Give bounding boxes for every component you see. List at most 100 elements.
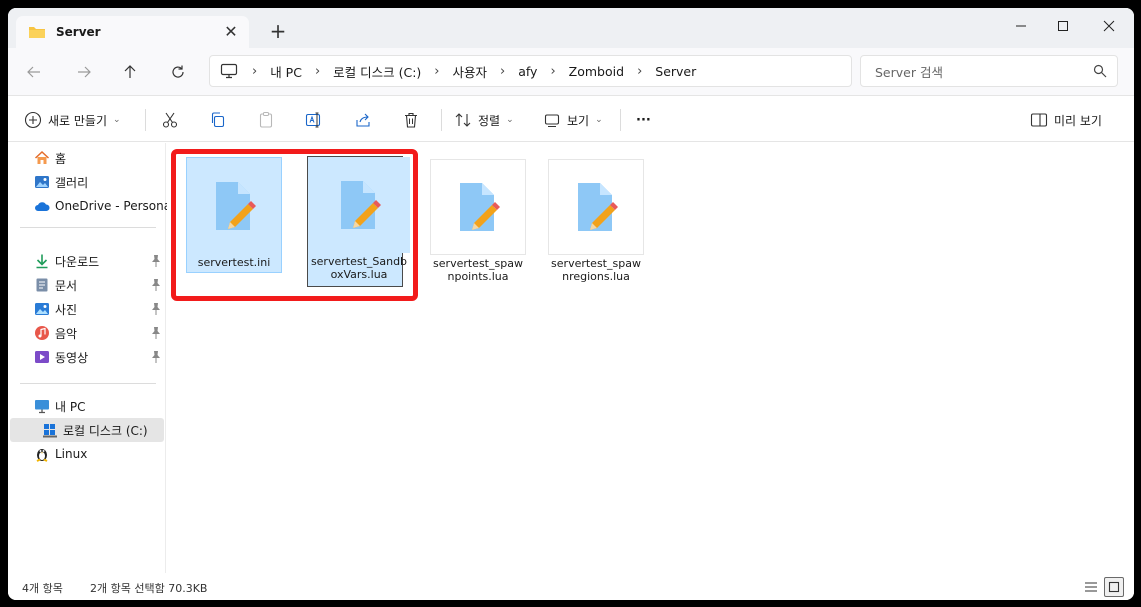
file-thumbnail xyxy=(548,159,644,255)
download-icon xyxy=(36,254,48,269)
sidebar-item-documents[interactable]: 문서 xyxy=(10,273,164,297)
search-icon[interactable] xyxy=(1093,64,1107,78)
view-button[interactable]: 보기 ⌄ xyxy=(543,107,603,133)
scissors-icon xyxy=(162,112,178,128)
sidebar-item-gallery[interactable]: 갤러리 xyxy=(10,170,164,194)
rename-icon xyxy=(305,112,321,128)
breadcrumb-afy[interactable]: afy xyxy=(518,64,537,79)
sidebar-item-music[interactable]: 음악 xyxy=(10,321,164,345)
large-icons-view-button[interactable] xyxy=(1104,577,1124,597)
file-item-servertest-spawnpoints-lua[interactable]: servertest_spawnpoints.lua xyxy=(430,159,526,283)
tab-server[interactable]: Server ✕ xyxy=(16,16,249,48)
sidebar-item-label: 갤러리 xyxy=(55,175,89,190)
pin-icon[interactable] xyxy=(150,278,162,292)
tile-view-icon xyxy=(1108,581,1120,593)
view-button-label: 보기 xyxy=(567,113,590,128)
navigation-bar: › 내 PC › 로컬 디스크 (C:) › 사용자 › afy › Zombo… xyxy=(8,48,1134,96)
sidebar-item-label: 홈 xyxy=(55,151,67,166)
new-tab-button[interactable]: + xyxy=(266,20,290,44)
file-name: servertest_spawnpoints.lua xyxy=(433,257,523,283)
details-view-button[interactable] xyxy=(1081,577,1101,597)
title-bar: Server ✕ + xyxy=(8,8,1134,48)
file-thumbnail xyxy=(187,158,281,254)
sidebar-item-linux[interactable]: Linux xyxy=(10,442,164,466)
breadcrumb-users[interactable]: 사용자 xyxy=(453,62,488,81)
sidebar-item-label: 문서 xyxy=(55,278,78,293)
sidebar-item-local-disk[interactable]: 로컬 디스크 (C:) xyxy=(10,418,164,442)
sidebar-item-label: Linux xyxy=(55,447,88,461)
forward-button[interactable] xyxy=(70,60,98,84)
rename-button[interactable] xyxy=(300,107,328,133)
cut-button[interactable] xyxy=(156,107,184,133)
sort-button[interactable]: 정렬 ⌄ xyxy=(454,107,514,133)
sidebar-item-this-pc[interactable]: 내 PC xyxy=(10,394,164,418)
up-button[interactable] xyxy=(116,60,144,84)
breadcrumb-zomboid[interactable]: Zomboid xyxy=(569,64,624,79)
cloud-icon xyxy=(35,202,50,211)
minimize-icon xyxy=(1016,25,1026,27)
sort-icon xyxy=(455,113,471,127)
preview-pane-label: 미리 보기 xyxy=(1054,113,1102,128)
divider xyxy=(145,109,146,131)
sidebar-item-label: 동영상 xyxy=(55,350,89,365)
breadcrumb-separator: › xyxy=(434,63,440,79)
file-name: servertest_spawnregions.lua xyxy=(551,257,641,283)
drive-windows-icon xyxy=(43,424,57,438)
pin-icon[interactable] xyxy=(150,326,162,340)
maximize-button[interactable] xyxy=(1040,12,1086,40)
copy-button[interactable] xyxy=(204,107,232,133)
document-icon xyxy=(36,278,48,292)
text-file-pencil-icon xyxy=(460,183,500,231)
search-input[interactable]: Server 검색 xyxy=(860,55,1118,87)
minimize-button[interactable] xyxy=(998,12,1044,40)
new-button[interactable]: 새로 만들기 ⌄ xyxy=(24,107,121,133)
breadcrumb-this-pc[interactable]: 내 PC xyxy=(270,62,302,81)
sidebar-item-label: 다운로드 xyxy=(55,254,100,269)
pin-icon[interactable] xyxy=(150,302,162,316)
gallery-icon xyxy=(35,176,49,188)
close-window-button[interactable] xyxy=(1086,12,1132,40)
sidebar-item-onedrive[interactable]: OneDrive - Personal xyxy=(10,194,174,218)
address-bar[interactable]: › 내 PC › 로컬 디스크 (C:) › 사용자 › afy › Zombo… xyxy=(209,55,852,87)
command-bar: 새로 만들기 ⌄ 정렬 ⌄ 보기 ⌄ ··· 미리 보기 xyxy=(8,97,1134,142)
preview-pane-button[interactable]: 미리 보기 xyxy=(1030,107,1102,133)
copy-icon xyxy=(211,112,225,128)
picture-icon xyxy=(35,303,49,315)
sidebar-item-downloads[interactable]: 다운로드 xyxy=(10,249,164,273)
sidebar-item-home[interactable]: 홈 xyxy=(10,146,164,170)
plus-circle-icon xyxy=(24,111,42,129)
refresh-button[interactable] xyxy=(164,60,192,84)
breadcrumb-separator: › xyxy=(550,63,556,79)
divider xyxy=(20,383,156,384)
file-item-servertest-sandboxvars-lua[interactable]: servertest_SandboxVars.lua xyxy=(307,156,410,287)
breadcrumb-server[interactable]: Server xyxy=(655,64,696,79)
navigation-pane: 홈 갤러리 OneDrive - Personal 다운로드 문서 사진 음악 … xyxy=(8,143,174,573)
sidebar-item-pictures[interactable]: 사진 xyxy=(10,297,164,321)
breadcrumb-local-disk[interactable]: 로컬 디스크 (C:) xyxy=(333,62,421,81)
delete-button[interactable] xyxy=(397,107,425,133)
home-icon xyxy=(34,150,50,164)
sidebar-item-videos[interactable]: 동영상 xyxy=(10,345,164,369)
music-icon xyxy=(35,326,49,340)
divider xyxy=(441,109,442,131)
share-button[interactable] xyxy=(349,107,377,133)
file-item-servertest-ini[interactable]: servertest.ini xyxy=(186,157,282,273)
file-item-servertest-spawnregions-lua[interactable]: servertest_spawnregions.lua xyxy=(548,159,644,283)
text-file-pencil-icon xyxy=(216,182,256,230)
folder-icon xyxy=(29,27,45,38)
video-icon xyxy=(35,351,49,363)
file-name: servertest.ini xyxy=(197,256,271,269)
tab-close-icon[interactable]: ✕ xyxy=(221,22,241,42)
new-button-label: 새로 만들기 xyxy=(48,113,108,128)
arrow-up-icon xyxy=(124,65,136,78)
more-options-button[interactable]: ··· xyxy=(636,107,651,133)
sidebar-item-label: 로컬 디스크 (C:) xyxy=(63,423,148,438)
share-icon xyxy=(356,113,370,127)
pin-icon[interactable] xyxy=(150,350,162,364)
paste-button[interactable] xyxy=(252,107,280,133)
sidebar-item-label: OneDrive - Personal xyxy=(55,199,175,213)
pin-icon[interactable] xyxy=(150,254,162,268)
trash-icon xyxy=(405,112,417,128)
file-thumbnail xyxy=(308,157,410,253)
back-button[interactable] xyxy=(20,60,48,84)
